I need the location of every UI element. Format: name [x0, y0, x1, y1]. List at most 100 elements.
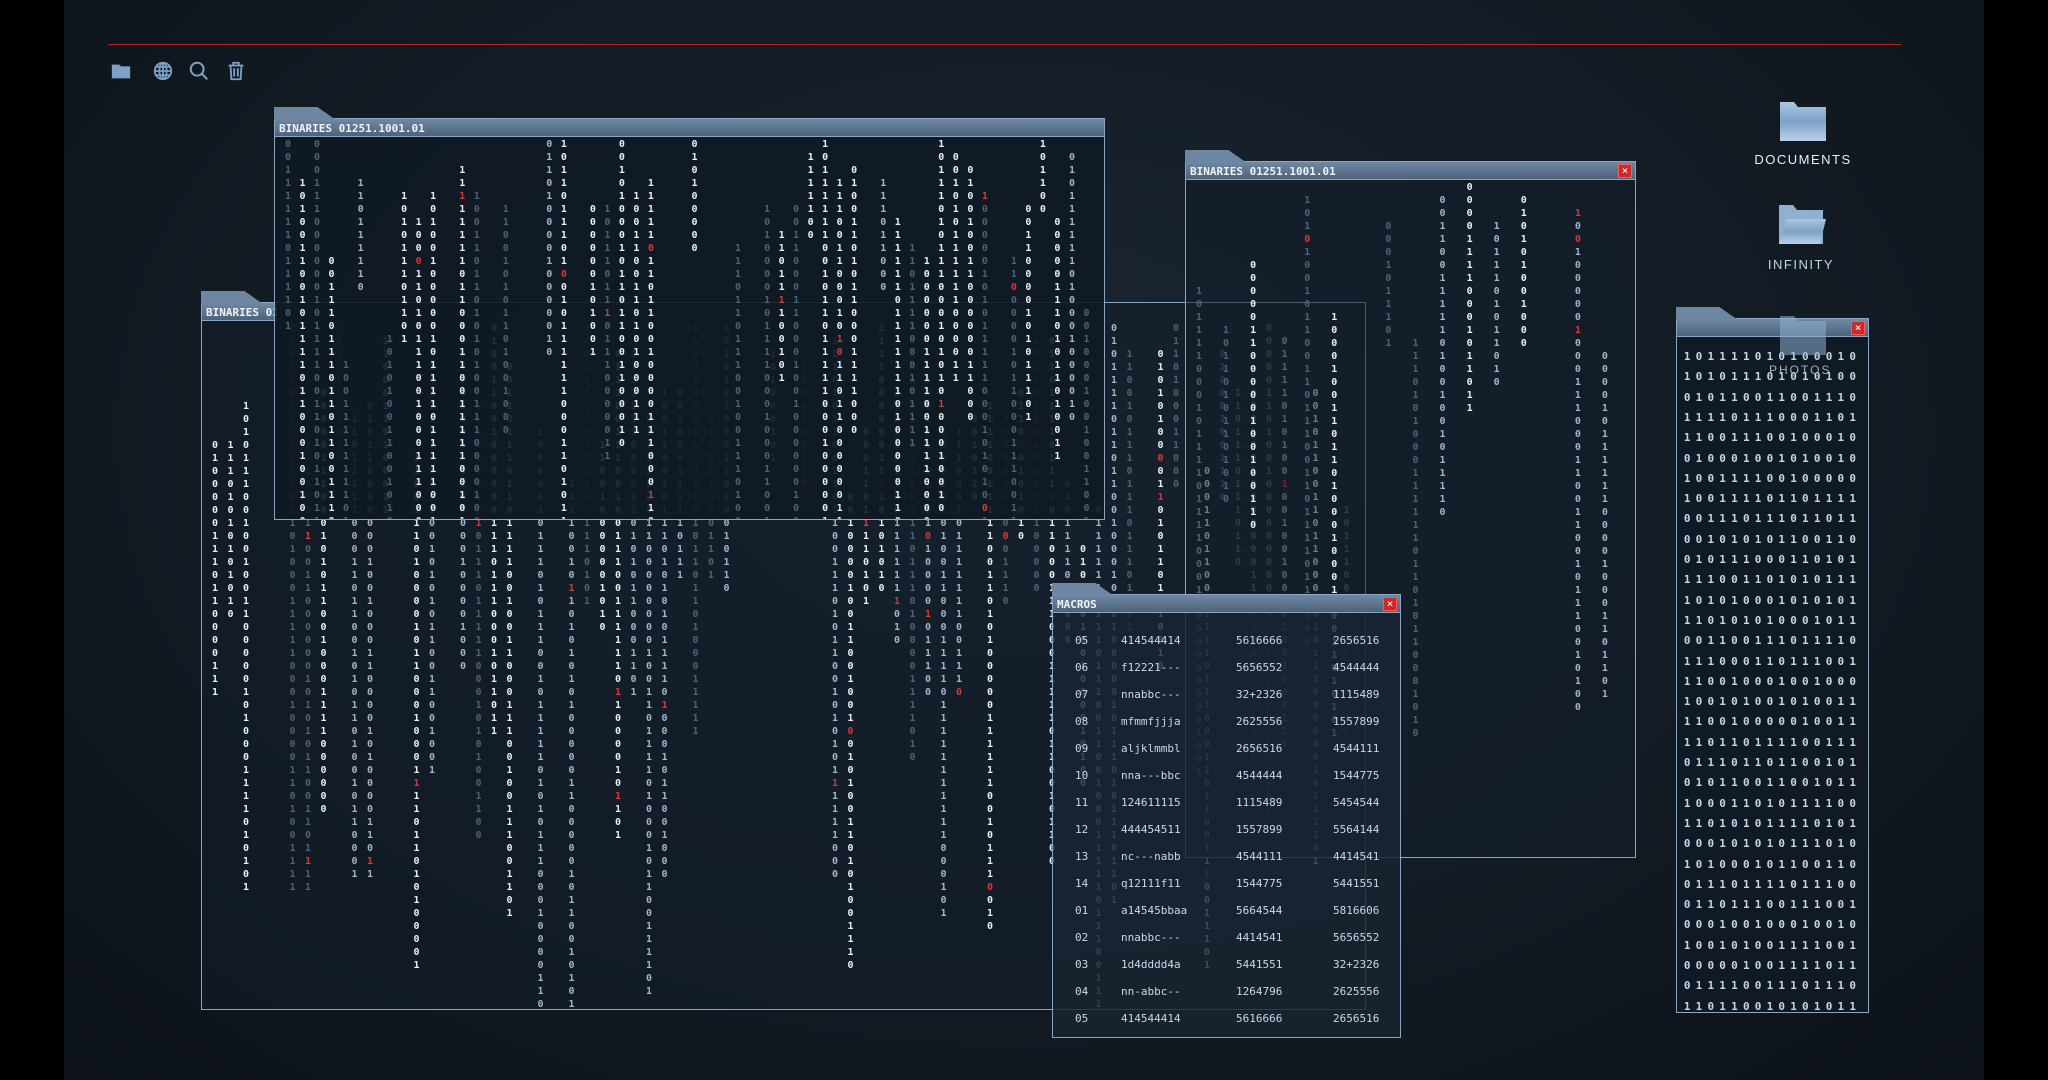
table-cell: 5664544	[1236, 904, 1283, 917]
table-cell: 05	[1075, 634, 1089, 647]
binary-row: 010001001010010	[1683, 451, 1862, 465]
binary-row: 000001001111011	[1683, 959, 1862, 972]
binary-column: 1111001011010101010000011000001011001010…	[568, 479, 575, 1009]
binary-row: 110011100100010	[1683, 431, 1862, 445]
infinity-folder-icon[interactable]	[1778, 203, 1826, 245]
table-cell: 1544775	[1333, 769, 1380, 782]
table-cell: 14	[1075, 877, 1089, 890]
table-cell: 12	[1075, 823, 1089, 836]
table-cell: 2625556	[1333, 985, 1380, 998]
binaries-window-top[interactable]: BINARIES 01251.1001.01 001111110111101 10…	[274, 107, 1105, 520]
globe-icon[interactable]	[152, 60, 174, 82]
table-cell: 06	[1075, 661, 1089, 674]
table-cell: 444454511	[1121, 823, 1181, 836]
close-icon[interactable]: ×	[1618, 164, 1632, 178]
table-cell: 5441551	[1333, 877, 1380, 890]
binary-column: 101101110100101111110001101011	[560, 139, 567, 519]
photos-folder-icon[interactable]	[1779, 314, 1827, 356]
photos-window[interactable]: × 101111010100010 101011101010100 01011001…	[1676, 307, 1869, 1013]
binary-column: 110111100101	[778, 230, 785, 384]
binary-column: 110010101101001000	[502, 204, 509, 436]
table-cell: 1557899	[1333, 715, 1380, 728]
table-cell: 5441551	[1236, 958, 1283, 971]
documents-folder-icon[interactable]	[1779, 100, 1827, 142]
window-title[interactable]: MACROS	[1053, 595, 1400, 613]
binary-row: 011110011101110	[1683, 979, 1862, 993]
trash-icon[interactable]	[225, 60, 247, 82]
binary-column: 1100000101100011100110	[1010, 256, 1017, 519]
table-row: 03 1d4dddd4a 5441551 32+2326	[1053, 958, 1400, 978]
binary-column: 1111100	[807, 152, 814, 241]
binary-row: 111000110111001	[1683, 654, 1862, 668]
binary-column: 10111010111000101010100010010	[938, 139, 945, 514]
table-cell: 4414541	[1333, 850, 1380, 863]
binary-row: 101010001010101	[1683, 593, 1862, 607]
binary-column: 1110101000111111011010110001010	[1412, 338, 1419, 739]
folder-icon[interactable]	[110, 60, 132, 82]
photos-label[interactable]: PHOTOS	[1769, 363, 1831, 377]
table-cell: 32+2326	[1333, 958, 1380, 971]
table-cell: 04	[1075, 985, 1089, 998]
binary-column: 10100100000101111011111001111	[430, 191, 437, 519]
table-cell: 1115489	[1333, 688, 1380, 701]
binary-column: 001110111011011001110001101110111	[328, 256, 335, 519]
binary-column: 0000011101011010011	[1054, 217, 1061, 462]
binary-column: 010101001000	[1520, 195, 1527, 349]
search-icon[interactable]	[188, 60, 210, 82]
table-cell: 1544775	[1236, 877, 1283, 890]
table-cell: 1557899	[1236, 823, 1283, 836]
table-cell: 5616666	[1236, 634, 1283, 647]
table-cell: 5616666	[1236, 1012, 1283, 1025]
table-cell: 07	[1075, 688, 1089, 701]
binary-row: 100111100100000	[1683, 471, 1862, 485]
table-row: 13 nc---nabb 4544111 4414541	[1053, 850, 1400, 870]
table-cell: q12111f11	[1121, 877, 1181, 890]
binary-column: 1110110111001001110100111000	[735, 243, 742, 519]
binary-row: 100101001010011	[1683, 695, 1862, 709]
table-cell: 03	[1075, 958, 1089, 971]
binary-column: 01101000010000010	[546, 139, 553, 358]
table-cell: 5656552	[1333, 931, 1380, 944]
binary-column: 001010001011011001100010	[618, 139, 625, 449]
table-cell: nn-abbc--	[1121, 985, 1181, 998]
table-row: 14 q12111f11 1544775 5441551	[1053, 877, 1400, 897]
binary-row: 111001101010111	[1683, 573, 1862, 587]
window-title[interactable]: BINARIES 01251.1001.01	[275, 119, 1104, 137]
binary-row: 101000101100110	[1683, 857, 1862, 871]
binary-row: 010111000110101	[1683, 553, 1862, 566]
window-title[interactable]: BINARIES 01251.1001.01	[202, 303, 277, 321]
binary-column: 10111011101110000011	[604, 204, 611, 462]
binary-row: 011011100111001	[1683, 898, 1862, 912]
table-cell: nnabbc---	[1121, 931, 1181, 944]
binary-column: 1101111000101111	[909, 243, 916, 449]
table-cell: 1d4dddd4a	[1121, 958, 1181, 971]
binary-column: 100100000100011100011001100101110010100	[1574, 208, 1581, 713]
infinity-label[interactable]: INFINITY	[1741, 257, 1861, 272]
table-cell: 09	[1075, 742, 1089, 755]
table-cell: 05	[1075, 1012, 1089, 1025]
binary-row: 001110111011011	[1683, 512, 1862, 526]
binary-column: 01001001100000011000	[967, 165, 974, 423]
binary-row: 000100100010010	[1683, 918, 1862, 932]
binary-column: 000001100000100100110	[1250, 260, 1257, 531]
binary-row: 001010101100110	[1683, 532, 1862, 546]
binary-row: 101111010100010	[1683, 350, 1862, 363]
close-icon[interactable]: ×	[1851, 321, 1865, 335]
window-header[interactable]	[1677, 319, 1868, 337]
binary-row: 110110010101011	[1683, 999, 1862, 1012]
documents-label[interactable]: DOCUMENTS	[1743, 152, 1863, 167]
binary-column: 111111011111110100000110000	[894, 217, 901, 519]
binary-column: 111011000	[880, 178, 887, 293]
binary-column: 001010111111000011	[952, 152, 959, 384]
table-cell: 02	[1075, 931, 1089, 944]
table-cell: 4544111	[1333, 742, 1380, 755]
binary-row: 111101110001101	[1683, 410, 1862, 424]
binary-row: 100011010111100	[1683, 796, 1862, 810]
table-cell: 5816606	[1333, 904, 1380, 917]
macros-window[interactable]: MACROS × 05 414544414 5616666 2656516 06 f122…	[1052, 583, 1401, 1038]
binary-column: 11101010101010	[227, 440, 234, 620]
close-icon[interactable]: ×	[1383, 597, 1397, 611]
table-row: 05 414544414 5616666 2656516	[1053, 634, 1400, 654]
table-cell: 1115489	[1236, 796, 1283, 809]
window-title[interactable]: BINARIES 01251.1001.01	[1186, 162, 1635, 180]
